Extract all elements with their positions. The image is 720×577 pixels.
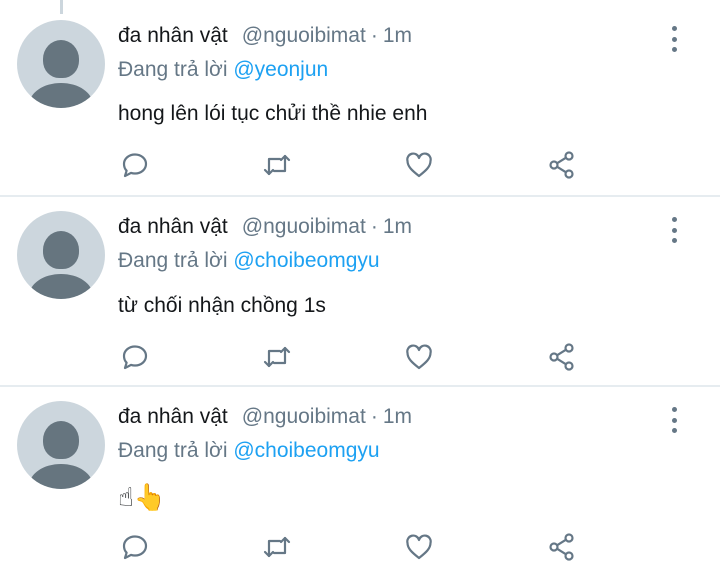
timestamp[interactable]: 1m: [383, 215, 412, 239]
avatar[interactable]: [17, 211, 105, 299]
reply-context: Đang trả lời @choibeomgyu: [118, 249, 380, 273]
separator: ·: [370, 215, 378, 238]
retweet-icon[interactable]: [262, 342, 292, 372]
share-icon[interactable]: [547, 150, 577, 180]
mention-link[interactable]: @yeonjun: [233, 58, 328, 81]
reply-icon[interactable]: [120, 342, 150, 372]
avatar[interactable]: [17, 401, 105, 489]
tweet-header: đa nhân vật @nguoibimat · 1m: [118, 24, 412, 56]
heart-icon[interactable]: [404, 342, 434, 372]
mention-link[interactable]: @choibeomgyu: [233, 439, 379, 462]
reply-context: Đang trả lời @yeonjun: [118, 58, 328, 82]
share-icon[interactable]: [547, 532, 577, 562]
separator: ·: [370, 405, 378, 428]
retweet-icon[interactable]: [262, 532, 292, 562]
display-name[interactable]: đa nhân vật: [118, 215, 228, 239]
display-name[interactable]: đa nhân vật: [118, 24, 228, 48]
user-handle[interactable]: @nguoibimat: [242, 405, 366, 429]
user-handle[interactable]: @nguoibimat: [242, 215, 366, 239]
mention-link[interactable]: @choibeomgyu: [233, 249, 379, 272]
tweet-actions: [0, 342, 720, 378]
timestamp[interactable]: 1m: [383, 24, 412, 48]
tweet-text: ☝👆: [118, 482, 167, 512]
more-vertical-icon[interactable]: [663, 407, 685, 433]
retweet-icon[interactable]: [262, 150, 292, 180]
tweet[interactable]: đa nhân vật @nguoibimat · 1m Đang trả lờ…: [0, 0, 720, 190]
tweet-text: từ chối nhận chồng 1s: [118, 294, 326, 317]
tweet[interactable]: đa nhân vật @nguoibimat · 1m Đang trả lờ…: [0, 197, 720, 387]
reply-context: Đang trả lời @choibeomgyu: [118, 439, 380, 463]
separator: ·: [370, 24, 378, 47]
display-name[interactable]: đa nhân vật: [118, 405, 228, 429]
tweet-actions: [0, 532, 720, 568]
reply-prefix: Đang trả lời: [118, 249, 228, 272]
more-vertical-icon[interactable]: [663, 217, 685, 243]
reply-prefix: Đang trả lời: [118, 58, 228, 81]
reply-prefix: Đang trả lời: [118, 439, 228, 462]
user-handle[interactable]: @nguoibimat: [242, 24, 366, 48]
share-icon[interactable]: [547, 342, 577, 372]
timestamp[interactable]: 1m: [383, 405, 412, 429]
avatar[interactable]: [17, 20, 105, 108]
heart-icon[interactable]: [404, 150, 434, 180]
heart-icon[interactable]: [404, 532, 434, 562]
tweet-text: hong lên lói tục chửi thề nhie enh: [118, 102, 428, 125]
reply-icon[interactable]: [120, 150, 150, 180]
tweet[interactable]: đa nhân vật @nguoibimat · 1m Đang trả lờ…: [0, 387, 720, 577]
reply-icon[interactable]: [120, 532, 150, 562]
tweet-actions: [0, 150, 720, 186]
tweet-header: đa nhân vật @nguoibimat · 1m: [118, 215, 412, 247]
tweet-header: đa nhân vật @nguoibimat · 1m: [118, 405, 412, 437]
more-vertical-icon[interactable]: [663, 26, 685, 52]
